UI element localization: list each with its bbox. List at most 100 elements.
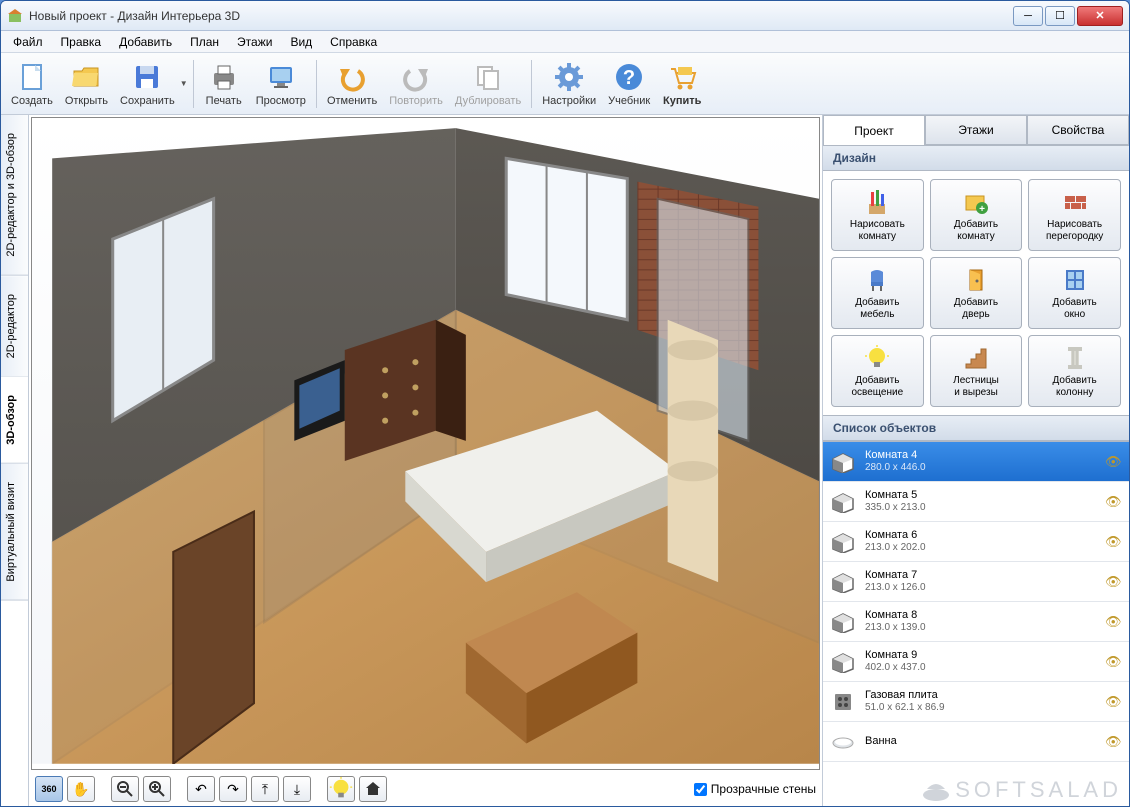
left-tab-virtual[interactable]: Виртуальный визит: [1, 464, 28, 601]
bricks-icon: [1061, 188, 1089, 216]
tutorial-button[interactable]: ?Учебник: [602, 56, 656, 112]
room-icon: [829, 570, 857, 594]
view-home-button[interactable]: [359, 776, 387, 802]
object-item[interactable]: Комната 5335.0 x 213.0 👁: [823, 482, 1129, 522]
add-column-button[interactable]: Добавитьколонну: [1028, 335, 1121, 407]
room-icon: [829, 490, 857, 514]
right-tab-floors[interactable]: Этажи: [925, 115, 1027, 145]
dup-icon: [472, 61, 504, 93]
left-tab-2d3d[interactable]: 2D-редактор и 3D-обзор: [1, 115, 28, 276]
view-zoomout-button[interactable]: [111, 776, 139, 802]
object-item[interactable]: Комната 7213.0 x 126.0 👁: [823, 562, 1129, 602]
menu-план[interactable]: План: [182, 33, 227, 51]
print-button[interactable]: Печать: [198, 56, 250, 112]
object-item[interactable]: Газовая плита51.0 x 62.1 x 86.9 👁: [823, 682, 1129, 722]
addroom-icon: +: [962, 188, 990, 216]
room-icon: [829, 530, 857, 554]
visibility-icon[interactable]: 👁: [1105, 694, 1123, 710]
buy-button[interactable]: Купить: [656, 56, 708, 112]
right-tab-project[interactable]: Проект: [823, 115, 925, 145]
dropdown-icon[interactable]: ▼: [179, 79, 189, 88]
object-item[interactable]: Комната 8213.0 x 139.0 👁: [823, 602, 1129, 642]
settings-button[interactable]: Настройки: [536, 56, 602, 112]
menu-вид[interactable]: Вид: [282, 33, 320, 51]
left-tab-3d[interactable]: 3D-обзор: [1, 377, 28, 464]
menu-правка[interactable]: Правка: [53, 33, 110, 51]
object-item[interactable]: Комната 4280.0 x 446.0 👁: [823, 442, 1129, 482]
right-panel: ПроектЭтажиСвойства Дизайн Нарисоватьком…: [823, 115, 1129, 806]
stairs-icon: [962, 344, 990, 372]
add-furn-button[interactable]: Добавитьмебель: [831, 257, 924, 329]
stairs-button[interactable]: Лестницыи вырезы: [930, 335, 1023, 407]
titlebar: Новый проект - Дизайн Интерьера 3D ─ ☐ ✕: [1, 1, 1129, 31]
right-tab-props[interactable]: Свойства: [1027, 115, 1129, 145]
file-icon: [16, 61, 48, 93]
bulb-icon: [863, 344, 891, 372]
visibility-icon[interactable]: 👁: [1105, 654, 1123, 670]
visibility-icon[interactable]: 👁: [1105, 614, 1123, 630]
column-icon: [1061, 344, 1089, 372]
draw-room-button[interactable]: Нарисоватькомнату: [831, 179, 924, 251]
cart-icon: [666, 61, 698, 93]
maximize-button[interactable]: ☐: [1045, 6, 1075, 26]
undo-icon: [336, 61, 368, 93]
design-section-header: Дизайн: [823, 145, 1129, 171]
visibility-icon[interactable]: 👁: [1105, 494, 1123, 510]
menu-этажи[interactable]: Этажи: [229, 33, 280, 51]
view-tilt-up-button[interactable]: ⤒: [251, 776, 279, 802]
room-icon: [829, 450, 857, 474]
window-icon: [1061, 266, 1089, 294]
object-item[interactable]: Комната 9402.0 x 437.0 👁: [823, 642, 1129, 682]
folder-icon: [70, 61, 102, 93]
close-button[interactable]: ✕: [1077, 6, 1123, 26]
open-button[interactable]: Открыть: [59, 56, 114, 112]
menu-файл[interactable]: Файл: [5, 33, 51, 51]
left-tab-2d[interactable]: 2D-редактор: [1, 276, 28, 377]
view-360-button[interactable]: 360: [35, 776, 63, 802]
visibility-icon[interactable]: 👁: [1105, 534, 1123, 550]
stove-icon: [829, 690, 857, 714]
view-rot-right-button[interactable]: ↷: [219, 776, 247, 802]
3d-viewport[interactable]: [31, 117, 820, 770]
object-list[interactable]: Комната 4280.0 x 446.0 👁 Комната 5335.0 …: [823, 441, 1129, 806]
pencils-icon: [863, 188, 891, 216]
room-icon: [829, 650, 857, 674]
add-room-button[interactable]: +Добавитькомнату: [930, 179, 1023, 251]
add-window-button[interactable]: Добавитьокно: [1028, 257, 1121, 329]
bath-icon: [829, 730, 857, 754]
redo-icon: [400, 61, 432, 93]
view-light-button[interactable]: [327, 776, 355, 802]
add-door-button[interactable]: Добавитьдверь: [930, 257, 1023, 329]
visibility-icon[interactable]: 👁: [1105, 454, 1123, 470]
menubar: ФайлПравкаДобавитьПланЭтажиВидСправка: [1, 31, 1129, 53]
draw-wall-button[interactable]: Нарисоватьперегородку: [1028, 179, 1121, 251]
create-button[interactable]: Создать: [5, 56, 59, 112]
chair-icon: [863, 266, 891, 294]
app-icon: [7, 8, 23, 24]
menu-добавить[interactable]: Добавить: [111, 33, 180, 51]
object-item[interactable]: Комната 6213.0 x 202.0 👁: [823, 522, 1129, 562]
view-pan-button[interactable]: ✋: [67, 776, 95, 802]
redo-button: Повторить: [383, 56, 449, 112]
left-tabs: 2D-редактор и 3D-обзор2D-редактор3D-обзо…: [1, 115, 29, 806]
visibility-icon[interactable]: 👁: [1105, 734, 1123, 750]
transparent-walls-checkbox[interactable]: Прозрачные стены: [694, 782, 816, 796]
room-icon: [829, 610, 857, 634]
svg-text:+: +: [979, 204, 985, 215]
add-light-button[interactable]: Добавитьосвещение: [831, 335, 924, 407]
preview-button[interactable]: Просмотр: [250, 56, 312, 112]
save-button[interactable]: Сохранить: [114, 56, 181, 112]
view-rot-left-button[interactable]: ↶: [187, 776, 215, 802]
gear-icon: [553, 61, 585, 93]
door-icon: [962, 266, 990, 294]
window-title: Новый проект - Дизайн Интерьера 3D: [29, 9, 1011, 23]
view-zoomin-button[interactable]: [143, 776, 171, 802]
help-icon: ?: [613, 61, 645, 93]
toolbar: СоздатьОткрытьСохранить▼ ПечатьПросмотрОт…: [1, 53, 1129, 115]
visibility-icon[interactable]: 👁: [1105, 574, 1123, 590]
view-tilt-down-button[interactable]: ⤓: [283, 776, 311, 802]
minimize-button[interactable]: ─: [1013, 6, 1043, 26]
undo-button[interactable]: Отменить: [321, 56, 383, 112]
object-item[interactable]: Ванна 👁: [823, 722, 1129, 762]
menu-справка[interactable]: Справка: [322, 33, 385, 51]
